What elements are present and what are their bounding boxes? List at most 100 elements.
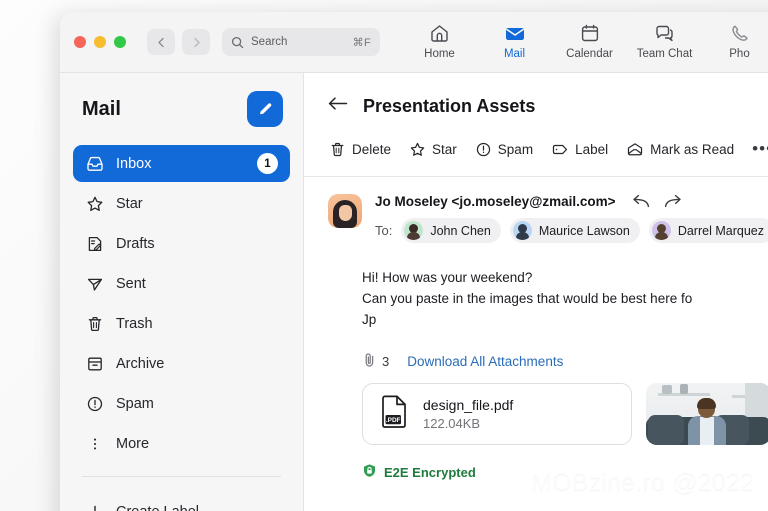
inbox-unread-badge: 1 (257, 153, 278, 174)
topnav-label-mail: Mail (503, 48, 526, 60)
attachment-list: .PDF design_file.pdf 122.04KB (304, 371, 768, 445)
recipient-chip[interactable]: John Chen (401, 218, 501, 243)
forward-button[interactable] (664, 194, 684, 209)
compose-button[interactable] (247, 91, 283, 127)
recipient-name: Darrel Marquez (677, 223, 764, 238)
message-view: Jo Moseley <jo.moseley@zmail.com> To: Jo… (304, 177, 768, 481)
trash-icon (85, 315, 104, 333)
topnav-item-mail[interactable]: Mail (477, 22, 552, 60)
search-icon (231, 36, 244, 49)
trash-icon (329, 141, 346, 158)
spam-label: Spam (497, 141, 534, 157)
sidebar-label-star: Star (116, 195, 143, 212)
archive-icon (85, 355, 104, 373)
sidebar-item-more[interactable]: More (73, 425, 290, 462)
message-body-line: Can you paste in the images that would b… (362, 291, 693, 306)
sidebar-label-archive: Archive (116, 355, 165, 372)
sidebar-item-trash[interactable]: Trash (73, 305, 290, 342)
reply-arrow-icon (632, 194, 649, 208)
sidebar-item-drafts[interactable]: Drafts (73, 225, 290, 262)
create-label-text: Create Label (116, 504, 278, 511)
pencil-icon (259, 102, 271, 114)
forward-button[interactable] (182, 29, 210, 55)
sidebar-label-sent: Sent (116, 275, 146, 292)
sidebar-item-star[interactable]: Star (73, 185, 290, 222)
label-icon (551, 141, 569, 158)
recipient-avatar (651, 221, 671, 240)
search-input[interactable]: Search ⌘F (222, 28, 380, 56)
minimize-window-button[interactable] (94, 36, 106, 48)
main-header: Presentation Assets (304, 95, 768, 117)
attachment-count-value: 3 (382, 354, 390, 369)
sidebar-item-sent[interactable]: Sent (73, 265, 290, 302)
drafts-icon (85, 235, 104, 253)
sidebar-label-drafts: Drafts (116, 235, 155, 252)
app-window: Search ⌘F Home Mail Calendar Team Chat P… (60, 12, 768, 511)
attachments-header: 3 Download All Attachments (304, 330, 768, 371)
main-panel: Presentation Assets Delete Star Spam Lab… (304, 73, 768, 511)
star-button[interactable]: Star (409, 141, 457, 158)
attachment-file-card[interactable]: .PDF design_file.pdf 122.04KB (362, 383, 632, 445)
arrow-left-icon (328, 97, 348, 110)
download-all-attachments-link[interactable]: Download All Attachments (407, 354, 563, 369)
sidebar-divider (82, 476, 281, 477)
mark-as-read-button[interactable]: Mark as Read (626, 141, 734, 158)
chevron-left-icon (157, 37, 164, 47)
recipient-name: Maurice Lawson (538, 223, 630, 238)
sidebar-label-inbox: Inbox (116, 155, 152, 172)
recipient-chip[interactable]: Darrel Marquez (648, 218, 768, 243)
message-header: Jo Moseley <jo.moseley@zmail.com> To: Jo… (304, 194, 768, 243)
lock-shield-icon (362, 463, 377, 481)
spam-button[interactable]: Spam (475, 141, 533, 158)
attachment-file-size: 122.04KB (423, 416, 481, 431)
topnav-label-home: Home (424, 48, 455, 60)
delete-label: Delete (352, 141, 392, 157)
avatar-face (339, 205, 352, 221)
encryption-label: E2E Encrypted (384, 464, 476, 480)
attachment-file-name: design_file.pdf (423, 397, 514, 413)
back-to-list-button[interactable] (328, 95, 349, 117)
topnav-item-home[interactable]: Home (402, 22, 477, 60)
close-window-button[interactable] (74, 36, 86, 48)
sender-name-email: Jo Moseley <jo.moseley@zmail.com> (375, 194, 616, 209)
topnav-label-team-chat: Team Chat (636, 48, 693, 60)
sidebar-item-archive[interactable]: Archive (73, 345, 290, 382)
plus-icon (85, 503, 104, 511)
star-icon (409, 141, 426, 158)
create-label-button[interactable]: Create Label (73, 493, 290, 511)
topnav-label-calendar: Calendar (566, 48, 613, 60)
message-body: Hi! How was your weekend? Can you paste … (304, 243, 768, 330)
window-titlebar: Search ⌘F Home Mail Calendar Team Chat P… (60, 12, 768, 73)
more-options-button[interactable]: ••• (752, 139, 768, 159)
encryption-status: E2E Encrypted (304, 445, 768, 481)
sidebar-title: Mail (82, 97, 121, 120)
to-label: To: (375, 223, 393, 238)
back-button[interactable] (147, 29, 175, 55)
mail-icon (504, 22, 526, 44)
attachment-image-card[interactable] (646, 383, 768, 445)
calendar-icon (580, 22, 600, 44)
topnav-item-team-chat[interactable]: Team Chat (627, 22, 702, 60)
message-toolbar: Delete Star Spam Label Mark as Read •• (304, 139, 768, 159)
delete-button[interactable]: Delete (329, 141, 391, 158)
sidebar-item-inbox[interactable]: Inbox 1 (73, 145, 290, 182)
sidebar-label-more: More (116, 435, 150, 452)
envelope-open-icon (626, 141, 644, 158)
recipient-avatar (512, 221, 532, 240)
sidebar-item-spam[interactable]: Spam (73, 385, 290, 422)
sender-avatar (328, 194, 362, 228)
maximize-window-button[interactable] (114, 36, 126, 48)
recipient-chip[interactable]: Maurice Lawson (509, 218, 640, 243)
chat-icon (654, 22, 676, 44)
message-body-line: Hi! How was your weekend? (362, 270, 533, 285)
topnav-item-calendar[interactable]: Calendar (552, 22, 627, 60)
label-button[interactable]: Label (551, 141, 608, 158)
message-body-line: Jp (362, 312, 377, 327)
topnav-item-phone[interactable]: Pho (702, 22, 768, 60)
top-navigation: Home Mail Calendar Team Chat Pho (402, 12, 768, 72)
sidebar-label-trash: Trash (116, 315, 153, 332)
star-icon (85, 195, 104, 213)
paperclip-icon (362, 352, 377, 371)
sender-row: Jo Moseley <jo.moseley@zmail.com> (375, 194, 768, 209)
reply-button[interactable] (630, 194, 650, 209)
